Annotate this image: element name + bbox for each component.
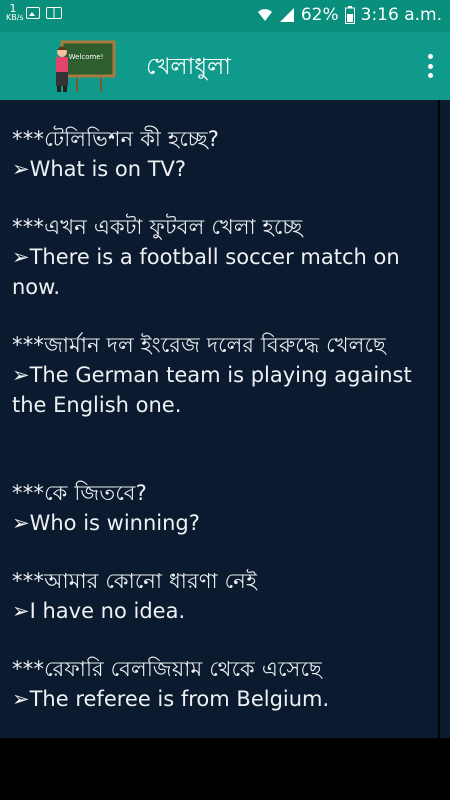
list-item: ***কে জিতবে? ➢Who is winning? — [12, 478, 438, 538]
english-phrase: ➢I have no idea. — [12, 599, 186, 623]
signal-icon — [279, 7, 295, 23]
bengali-phrase: ***জার্মান দল ইংরেজ দলের বিরুদ্ধে খেলছে — [12, 333, 386, 357]
battery-percent: 62% — [300, 5, 339, 25]
list-item: ***আমার কোনো ধারণা নেই ➢I have no idea. — [12, 566, 438, 626]
app-bar: Welcome! খেলাধুলা — [0, 32, 450, 100]
network-speed-value: 1 — [9, 2, 17, 15]
page-title: খেলাধুলা — [146, 54, 231, 80]
gallery-notification-icon — [26, 7, 40, 19]
english-phrase: ➢There is a football soccer match on now… — [12, 245, 400, 299]
list-item: ***রেফারি বেলজিয়াম থেকে এসেছে ➢The refe… — [12, 654, 438, 714]
english-phrase: ➢The German team is playing against the … — [12, 363, 412, 417]
list-item: ***এখন একটা ফুটবল খেলা হচ্ছে ➢There is a… — [12, 212, 438, 302]
list-item: ***জার্মান দল ইংরেজ দলের বিরুদ্ধে খেলছে … — [12, 330, 438, 420]
scrollbar-track[interactable] — [438, 100, 440, 738]
wifi-icon — [257, 8, 273, 22]
network-speed-unit: KB/s — [6, 13, 24, 22]
bengali-phrase: ***রেফারি বেলজিয়াম থেকে এসেছে — [12, 657, 322, 681]
status-bar: 1 KB/s 62% 3:16 a.m. — [0, 0, 450, 32]
status-left: 1 KB/s — [6, 2, 62, 22]
list-item: ***টেলিভিশন কী হচ্ছে? ➢What is on TV? — [12, 124, 438, 184]
bengali-phrase: ***আমার কোনো ধারণা নেই — [12, 569, 258, 593]
entries-container: ***টেলিভিশন কী হচ্ছে? ➢What is on TV? **… — [12, 124, 438, 738]
bengali-phrase: ***টেলিভিশন কী হচ্ছে? — [12, 127, 220, 151]
status-right: 62% 3:16 a.m. — [257, 5, 442, 25]
overflow-menu-icon[interactable] — [424, 50, 436, 82]
bengali-phrase: ***এখন একটা ফুটবল খেলা হচ্ছে — [12, 215, 303, 239]
english-phrase: ➢What is on TV? — [12, 157, 187, 181]
bottom-bar — [0, 738, 450, 800]
clock: 3:16 a.m. — [360, 5, 442, 25]
english-phrase: ➢Who is winning? — [12, 511, 200, 535]
network-speed: 1 KB/s — [6, 2, 24, 22]
battery-icon — [344, 6, 355, 24]
book-notification-icon — [46, 7, 62, 19]
english-phrase: ➢The referee is from Belgium. — [12, 687, 330, 711]
phrase-list[interactable]: ***টেলিভিশন কী হচ্ছে? ➢What is on TV? **… — [0, 100, 450, 738]
teacher-logo-icon: Welcome! — [50, 38, 116, 94]
logo-text: Welcome! — [69, 53, 104, 61]
bengali-phrase: ***কে জিতবে? — [12, 481, 148, 505]
